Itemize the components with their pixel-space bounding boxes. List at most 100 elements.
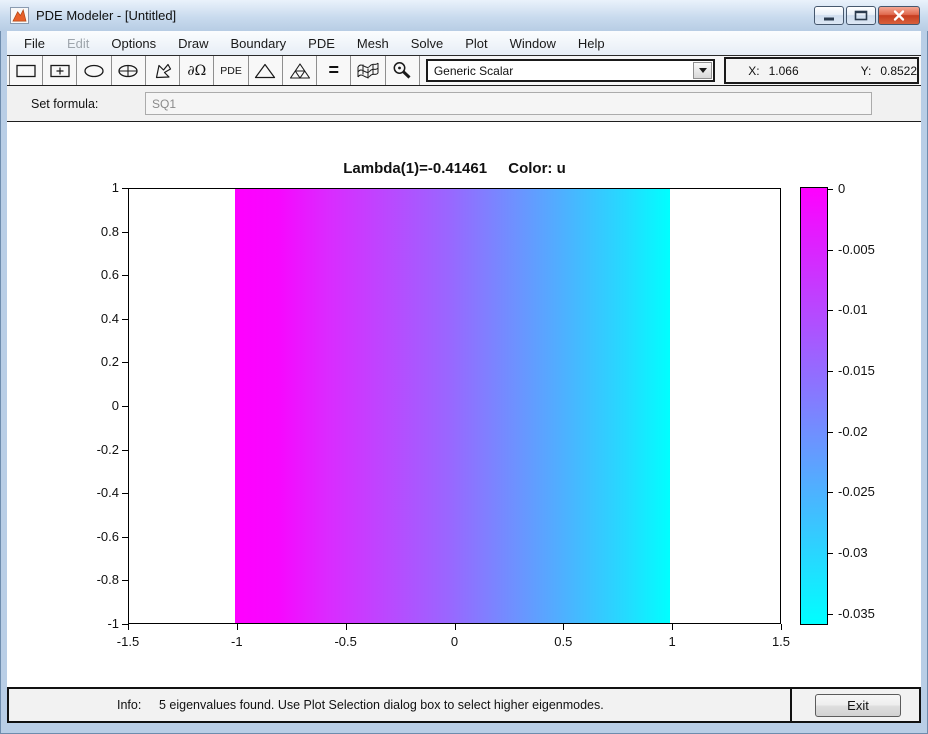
x-tick-mark	[236, 624, 238, 630]
set-formula-bar: Set formula:	[7, 86, 921, 122]
refined-triangle-icon	[289, 62, 310, 79]
exit-button-label: Exit	[847, 698, 869, 713]
set-formula-input[interactable]	[145, 92, 872, 115]
y-tick-label: 1	[111, 180, 119, 195]
boundary-mode-button[interactable]: ∂Ω	[180, 56, 215, 85]
menu-bar: File Edit Options Draw Boundary PDE Mesh…	[7, 31, 921, 56]
info-label: Info:	[117, 698, 142, 712]
draw-ellipse-centered-button[interactable]	[111, 56, 146, 85]
application-mode-select[interactable]: Generic Scalar	[425, 59, 716, 82]
menu-options[interactable]: Options	[100, 33, 167, 54]
plot-title: Lambda(1)=-0.41461 Color: u	[278, 160, 631, 177]
draw-rectangle-centered-button[interactable]	[43, 56, 78, 85]
menu-file[interactable]: File	[13, 33, 56, 54]
y-tick-label: 0	[111, 398, 119, 413]
menu-window[interactable]: Window	[499, 33, 567, 54]
app-icon	[10, 7, 29, 24]
colorbar-tick-label: -0.01	[838, 302, 868, 318]
y-tick-label: -0.2	[96, 441, 119, 457]
mesh-mode-button[interactable]	[248, 56, 283, 85]
menu-help[interactable]: Help	[567, 33, 616, 54]
colorbar-tick-label: -0.02	[838, 423, 868, 439]
y-tick-label: 0.6	[100, 267, 119, 283]
toolbar: ∂Ω PDE = Generic Scalar X: 1.066 Y: 0.85…	[7, 56, 921, 86]
draw-rectangle-button[interactable]	[9, 56, 44, 85]
menu-boundary[interactable]: Boundary	[220, 33, 298, 54]
triangle-icon	[255, 63, 276, 78]
y-tick-mark	[122, 493, 128, 495]
rectangle-icon	[16, 64, 36, 77]
minimize-button[interactable]	[814, 6, 844, 25]
solution-gradient	[235, 189, 670, 623]
window-title: PDE Modeler - [Untitled]	[36, 8, 177, 23]
x-tick-label: 0.5	[554, 634, 573, 649]
cursor-y-value: 0.8522	[880, 63, 918, 78]
cursor-x-value: 1.066	[768, 63, 799, 78]
mesh-surface-icon	[357, 62, 379, 78]
menu-solve[interactable]: Solve	[400, 33, 455, 54]
x-tick-label: 0	[450, 634, 459, 649]
close-button[interactable]	[878, 6, 920, 25]
colorbar-tick-label: 0	[838, 181, 846, 196]
info-message: 5 eigenvalues found. Use Plot Selection …	[159, 698, 604, 712]
menu-pde[interactable]: PDE	[297, 33, 346, 54]
plot-title-color: Color: u	[508, 160, 566, 177]
window-controls	[814, 6, 920, 25]
solve-button[interactable]: =	[317, 56, 352, 85]
cursor-coordinates: X: 1.066 Y: 0.8522	[724, 57, 920, 84]
colorbar-tick-mark	[828, 552, 833, 554]
rectangle-plus-icon	[50, 64, 70, 77]
x-tick-label: -0.5	[334, 634, 357, 649]
application-mode-value: Generic Scalar	[433, 63, 514, 78]
exit-button[interactable]: Exit	[815, 694, 901, 717]
draw-ellipse-button[interactable]	[77, 56, 112, 85]
maximize-button[interactable]	[846, 6, 876, 25]
cursor-x-label: X:	[748, 63, 760, 78]
menu-mesh[interactable]: Mesh	[346, 33, 400, 54]
polygon-icon	[155, 63, 171, 78]
close-icon	[893, 10, 905, 21]
colorbar-tick-label: -0.005	[838, 241, 875, 257]
boundary-mode-label: ∂Ω	[187, 62, 207, 79]
y-tick-mark	[122, 231, 128, 233]
y-tick-mark	[122, 406, 128, 407]
x-tick-mark	[672, 624, 674, 630]
y-tick-label: -0.6	[96, 528, 119, 544]
colorbar-tick-mark	[828, 189, 833, 190]
titlebar: PDE Modeler - [Untitled]	[0, 0, 928, 31]
minimize-icon	[824, 17, 834, 21]
colorbar-tick-mark	[828, 249, 833, 251]
menu-edit: Edit	[66, 35, 90, 51]
colorbar-tick-label: -0.03	[838, 544, 868, 560]
y-tick-mark	[122, 318, 128, 320]
x-tick-mark	[454, 624, 456, 630]
x-tick-label: 1	[668, 634, 676, 649]
pde-mode-button[interactable]: PDE	[214, 56, 249, 85]
exit-panel: Exit	[790, 687, 921, 723]
x-tick-mark	[345, 624, 347, 630]
y-tick-mark	[122, 188, 128, 189]
dropdown-button[interactable]	[693, 62, 713, 79]
x-tick-mark	[128, 624, 129, 630]
y-tick-label: 0.8	[100, 223, 119, 239]
solve-equals-label: =	[328, 60, 339, 80]
menu-plot[interactable]: Plot	[454, 33, 498, 54]
colorbar-tick-mark	[828, 613, 833, 615]
zoom-button[interactable]	[385, 56, 420, 85]
menu-draw[interactable]: Draw	[167, 33, 219, 54]
refine-mesh-button[interactable]	[282, 56, 318, 85]
colorbar-tick-label: -0.035	[838, 605, 875, 621]
draw-polygon-button[interactable]	[145, 56, 181, 85]
plot-3d-button[interactable]	[351, 56, 386, 85]
ellipse-icon	[84, 64, 104, 77]
pde-modeler-window: PDE Modeler - [Untitled] File Edit Optio…	[0, 0, 928, 734]
ellipse-plus-icon	[118, 64, 138, 77]
y-tick-label: 0.2	[100, 354, 119, 370]
matlab-logo-icon	[12, 9, 27, 22]
x-tick-label: -1	[231, 634, 243, 649]
y-tick-label: -1	[107, 616, 119, 631]
chevron-down-icon	[698, 68, 707, 73]
y-tick-label: -0.8	[96, 572, 119, 588]
y-tick-mark	[122, 536, 128, 538]
y-tick-label: -0.4	[96, 485, 119, 501]
